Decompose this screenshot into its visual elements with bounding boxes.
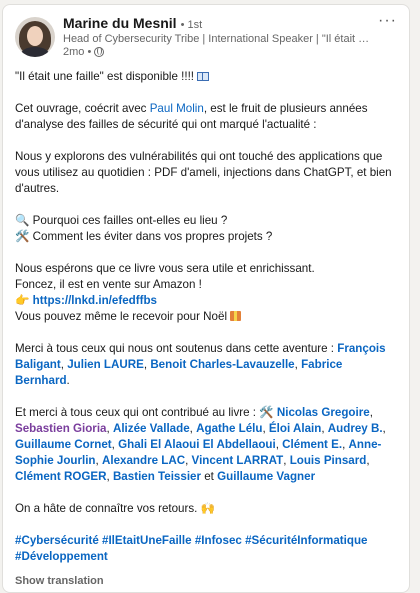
show-translation-button[interactable]: Show translation — [15, 575, 104, 587]
mention[interactable]: Vincent LARRAT — [192, 454, 284, 467]
text: Et merci à tous ceux qui ont contribué a… — [15, 406, 277, 419]
post-paragraph-explore: Nous y explorons des vulnérabilités qui … — [15, 150, 392, 195]
text: Merci à tous ceux qui nous ont soutenus … — [15, 342, 338, 355]
mention[interactable]: Julien LAURE — [67, 358, 144, 371]
thanks-supporters: Merci à tous ceux qui nous ont soutenus … — [15, 342, 386, 387]
question-how: 🛠️ Comment les éviter dans vos propres p… — [15, 230, 273, 243]
link-line: 👉 https://lnkd.in/efedffbs — [15, 293, 399, 309]
post-card: Marine du Mesnil • 1st Head of Cybersecu… — [2, 4, 410, 593]
author-info: Marine du Mesnil • 1st Head of Cybersecu… — [63, 15, 373, 58]
post-meta: 2mo • — [63, 46, 373, 58]
mention[interactable]: Sebastien Gioria — [15, 422, 107, 435]
text: et — [201, 470, 218, 483]
text: Cet ouvrage, coécrit avec — [15, 102, 150, 115]
mention[interactable]: Guillaume Cornet — [15, 438, 112, 451]
mention[interactable]: Benoit Charles-Lavauzelle — [150, 358, 294, 371]
hashtag[interactable]: #SécuritéInformatique — [245, 534, 367, 547]
mention[interactable]: Ghali El Alaoui El Abdellaoui — [118, 438, 276, 451]
amazon-line: Foncez, il est en vente sur Amazon ! — [15, 278, 202, 291]
question-why: 🔍 Pourquoi ces failles ont-elles eu lieu… — [15, 214, 228, 227]
mention[interactable]: Bastien Teissier — [113, 470, 201, 483]
mention[interactable]: Clément ROGER — [15, 470, 106, 483]
thanks-contributors: Et merci à tous ceux qui ont contribué a… — [15, 406, 386, 483]
hashtag[interactable]: #Cybersécurité — [15, 534, 99, 547]
globe-icon — [94, 47, 105, 57]
noel-line: Vous pouvez même le recevoir pour Noël — [15, 309, 399, 325]
mention[interactable]: Éloi Alain — [269, 422, 321, 435]
hope-line: Nous espérons que ce livre vous sera uti… — [15, 262, 315, 275]
closing-line: On a hâte de connaître vos retours. 🙌 — [15, 502, 216, 515]
more-options-button[interactable]: ··· — [378, 12, 397, 29]
hashtag[interactable]: #Infosec — [195, 534, 242, 547]
mention[interactable]: Clément E. — [282, 438, 342, 451]
mention[interactable]: Louis Pinsard — [290, 454, 367, 467]
hashtag[interactable]: #Développement — [15, 550, 108, 563]
mention[interactable]: Alexandre LAC — [102, 454, 185, 467]
avatar[interactable] — [15, 17, 55, 57]
mention[interactable]: Agathe Lélu — [196, 422, 262, 435]
gift-emoji-icon — [230, 311, 242, 321]
author-headline: Head of Cybersecurity Tribe | Internatio… — [63, 33, 373, 45]
more-horizontal-icon: ··· — [378, 12, 397, 29]
author-name[interactable]: Marine du Mesnil — [63, 15, 177, 31]
text: Vous pouvez même le recevoir pour Noël — [15, 310, 231, 323]
pointing-hand-emoji: 👉 — [15, 294, 33, 307]
post-paragraph-book: Cet ouvrage, coécrit avec Paul Molin, es… — [15, 101, 399, 133]
post-time: 2mo • — [63, 46, 92, 58]
hashtags: #Cybersécurité #IlEtaitUneFaille #Infose… — [15, 533, 399, 565]
hashtag[interactable]: #IlEtaitUneFaille — [102, 534, 192, 547]
mention[interactable]: Guillaume Vagner — [217, 470, 315, 483]
amazon-link[interactable]: https://lnkd.in/efedffbs — [33, 294, 157, 307]
mention[interactable]: Alizée Vallade — [113, 422, 190, 435]
book-emoji-icon — [197, 72, 210, 81]
post-line-intro: "Il était une faille" est disponible !!!… — [15, 69, 399, 85]
connection-degree: • 1st — [180, 19, 203, 31]
mention[interactable]: Nicolas Gregoire — [277, 406, 370, 419]
mention[interactable]: Audrey B. — [328, 422, 383, 435]
post-content: "Il était une faille" est disponible !!!… — [15, 69, 399, 565]
mention-paul-molin[interactable]: Paul Molin — [150, 102, 204, 115]
post-header: Marine du Mesnil • 1st Head of Cybersecu… — [15, 12, 397, 61]
intro-text: "Il était une faille" est disponible !!!… — [15, 70, 198, 83]
